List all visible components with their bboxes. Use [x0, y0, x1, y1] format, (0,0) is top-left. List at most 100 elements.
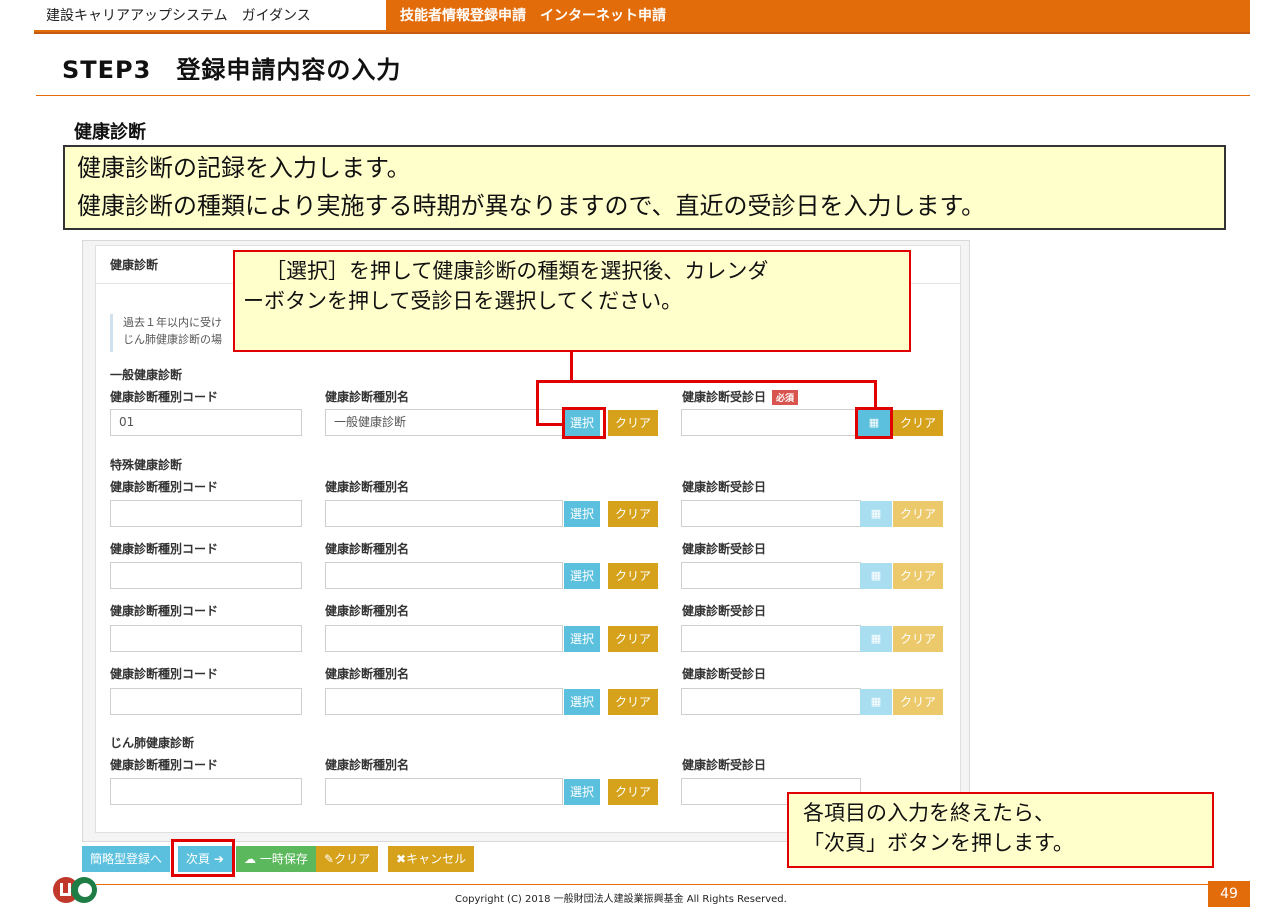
code-input[interactable]	[110, 500, 302, 527]
copyright-text: Copyright (C) 2018 一般財団法人建設業振興基金 All Rig…	[455, 894, 787, 905]
select-button[interactable]: 選択	[564, 779, 600, 805]
group-special-label: 特殊健康診断	[110, 458, 183, 472]
calendar-button[interactable]: ▦	[860, 626, 892, 652]
name-label: 健康診断種別名	[325, 758, 410, 772]
name-label: 健康診断種別名	[325, 542, 410, 556]
code-input[interactable]	[110, 778, 302, 805]
instruction-note: 健康診断の記録を入力します。 健康診断の種類により実施する時期が異なりますので、…	[63, 145, 1226, 230]
callout1-line-2: ーボタンを押して受診日を選択してください。	[243, 289, 683, 313]
eraser-icon: ✎	[324, 852, 335, 866]
date-input[interactable]	[681, 562, 861, 589]
date-label: 健康診断受診日	[682, 480, 767, 494]
date-clear-button[interactable]: クリア	[893, 626, 943, 652]
calendar-icon: ▦	[870, 632, 882, 645]
date-label-text: 健康診断受診日	[682, 390, 767, 404]
cancel-button[interactable]: ✖キャンセル	[388, 846, 475, 872]
clear-button[interactable]: クリア	[608, 410, 658, 436]
note-line-2: 健康診断の種類により実施する時期が異なりますので、直近の受診日を入力します。	[77, 192, 986, 220]
callout2-line-1: 各項目の入力を終えたら、	[803, 801, 1055, 825]
name-input[interactable]	[325, 778, 563, 805]
calendar-button[interactable]: ▦	[860, 501, 892, 527]
date-label: 健康診断受診日	[682, 667, 767, 681]
calendar-icon: ▦	[870, 695, 882, 708]
select-button[interactable]: 選択	[564, 501, 600, 527]
calendar-icon: ▦	[870, 507, 882, 520]
page-number: 49	[1208, 881, 1250, 907]
connector-line	[536, 380, 876, 383]
clear-button[interactable]: クリア	[608, 626, 658, 652]
highlight-select-button	[562, 407, 606, 439]
cloud-upload-icon: ☁	[244, 852, 256, 866]
code-input[interactable]	[110, 562, 302, 589]
calendar-button[interactable]: ▦	[860, 689, 892, 715]
header-bar: 建設キャリアアップシステム ガイダンス 技能者情報登録申請 インターネット申請	[34, 0, 1250, 34]
name-label: 健康診断種別名	[325, 390, 410, 404]
date-label: 健康診断受診日	[682, 542, 767, 556]
connector-line	[536, 423, 564, 426]
code-label: 健康診断種別コード	[110, 542, 219, 556]
temp-save-label: 一時保存	[259, 852, 308, 866]
callout2-line-2: 「次頁」ボタンを押します。	[803, 831, 1074, 855]
code-label: 健康診断種別コード	[110, 480, 219, 494]
select-button[interactable]: 選択	[564, 563, 600, 589]
temp-save-button[interactable]: ☁ 一時保存	[236, 846, 316, 872]
clear-button[interactable]: クリア	[608, 779, 658, 805]
page-title: STEP3 登録申請内容の入力	[62, 56, 402, 84]
code-label: 健康診断種別コード	[110, 390, 219, 404]
header-left-title: 建設キャリアアップシステム ガイダンス	[34, 0, 386, 32]
select-button[interactable]: 選択	[564, 689, 600, 715]
connector-line	[874, 380, 877, 408]
footer-divider	[96, 884, 1250, 885]
callout1-line-1: ［選択］を押して健康診断の種類を選択後、カレンダ	[265, 259, 769, 283]
name-input[interactable]	[325, 562, 563, 589]
name-input[interactable]: 一般健康診断	[325, 409, 563, 436]
code-label: 健康診断種別コード	[110, 604, 219, 618]
date-clear-button[interactable]: クリア	[893, 501, 943, 527]
date-input[interactable]	[681, 688, 861, 715]
date-label: 健康診断受診日	[682, 604, 767, 618]
calendar-button[interactable]: ▦	[860, 563, 892, 589]
code-label: 健康診断種別コード	[110, 758, 219, 772]
name-label: 健康診断種別名	[325, 667, 410, 681]
code-input[interactable]: 01	[110, 409, 302, 436]
required-badge: 必須	[772, 390, 799, 405]
date-clear-button[interactable]: クリア	[893, 410, 943, 436]
name-input[interactable]	[325, 625, 563, 652]
connector-line	[570, 352, 573, 382]
clear-all-button[interactable]: ✎クリア	[316, 846, 379, 872]
clear-button[interactable]: クリア	[608, 689, 658, 715]
code-input[interactable]	[110, 688, 302, 715]
calendar-icon: ▦	[870, 569, 882, 582]
date-clear-button[interactable]: クリア	[893, 563, 943, 589]
clear-all-label: クリア	[334, 852, 371, 866]
callout-select-instruction: ［選択］を押して健康診断の種類を選択後、カレンダ ーボタンを押して受診日を選択し…	[233, 250, 911, 352]
name-label: 健康診断種別名	[325, 604, 410, 618]
highlight-next-button	[171, 839, 235, 877]
section-title: 健康診断	[74, 122, 146, 143]
code-input[interactable]	[110, 625, 302, 652]
cancel-label: キャンセル	[406, 852, 467, 866]
connector-line	[536, 380, 539, 426]
date-input[interactable]	[681, 409, 861, 436]
simple-register-button[interactable]: 簡略型登録へ	[82, 846, 171, 872]
group-pneumo-label: じん肺健康診断	[110, 736, 195, 750]
callout-next-instruction: 各項目の入力を終えたら、 「次頁」ボタンを押します。	[787, 792, 1214, 868]
clear-button[interactable]: クリア	[608, 501, 658, 527]
ccus-logo	[53, 877, 97, 903]
name-input[interactable]	[325, 500, 563, 527]
group-general-label: 一般健康診断	[110, 368, 183, 382]
date-clear-button[interactable]: クリア	[893, 689, 943, 715]
date-input[interactable]	[681, 500, 861, 527]
highlight-calendar-button	[855, 407, 893, 439]
note-line-1: 健康診断の記録を入力します。	[77, 154, 411, 182]
date-label: 健康診断受診日	[682, 758, 767, 772]
clear-button[interactable]: クリア	[608, 563, 658, 589]
header-right-title: 技能者情報登録申請 インターネット申請	[400, 8, 666, 24]
code-label: 健康診断種別コード	[110, 667, 219, 681]
date-input[interactable]	[681, 625, 861, 652]
close-icon: ✖	[396, 852, 407, 866]
select-button[interactable]: 選択	[564, 626, 600, 652]
title-divider	[36, 95, 1250, 96]
name-input[interactable]	[325, 688, 563, 715]
name-label: 健康診断種別名	[325, 480, 410, 494]
